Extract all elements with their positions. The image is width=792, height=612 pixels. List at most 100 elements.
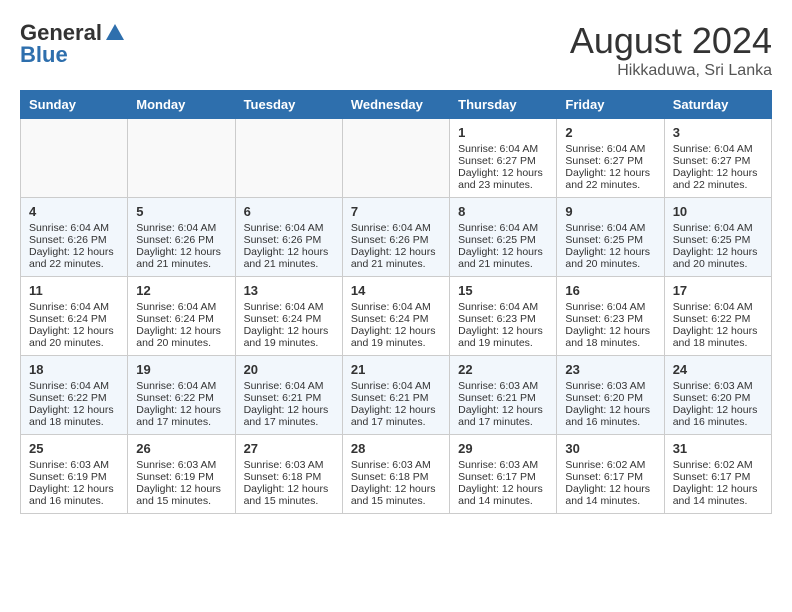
sunset-text: Sunset: 6:22 PM bbox=[29, 392, 119, 404]
calendar-day-cell: 27Sunrise: 6:03 AMSunset: 6:18 PMDayligh… bbox=[235, 435, 342, 514]
sunrise-text: Sunrise: 6:02 AM bbox=[673, 459, 763, 471]
sunset-text: Sunset: 6:23 PM bbox=[458, 313, 548, 325]
calendar-day-cell: 8Sunrise: 6:04 AMSunset: 6:25 PMDaylight… bbox=[450, 198, 557, 277]
sunset-text: Sunset: 6:24 PM bbox=[244, 313, 334, 325]
calendar-day-cell: 20Sunrise: 6:04 AMSunset: 6:21 PMDayligh… bbox=[235, 356, 342, 435]
daylight-text: Daylight: 12 hours and 19 minutes. bbox=[458, 325, 548, 349]
sunrise-text: Sunrise: 6:04 AM bbox=[673, 222, 763, 234]
sunset-text: Sunset: 6:23 PM bbox=[565, 313, 655, 325]
calendar-day-cell bbox=[128, 119, 235, 198]
sunrise-text: Sunrise: 6:04 AM bbox=[244, 301, 334, 313]
calendar-day-cell: 6Sunrise: 6:04 AMSunset: 6:26 PMDaylight… bbox=[235, 198, 342, 277]
page-header: General Blue August 2024 Hikkaduwa, Sri … bbox=[20, 20, 772, 80]
day-number: 4 bbox=[29, 204, 119, 219]
sunrise-text: Sunrise: 6:04 AM bbox=[351, 380, 441, 392]
day-number: 27 bbox=[244, 441, 334, 456]
day-number: 29 bbox=[458, 441, 548, 456]
weekday-header: Wednesday bbox=[342, 91, 449, 119]
daylight-text: Daylight: 12 hours and 18 minutes. bbox=[565, 325, 655, 349]
page-subtitle: Hikkaduwa, Sri Lanka bbox=[570, 62, 772, 80]
sunrise-text: Sunrise: 6:04 AM bbox=[29, 380, 119, 392]
calendar-day-cell bbox=[235, 119, 342, 198]
daylight-text: Daylight: 12 hours and 14 minutes. bbox=[673, 483, 763, 507]
sunrise-text: Sunrise: 6:03 AM bbox=[136, 459, 226, 471]
sunrise-text: Sunrise: 6:04 AM bbox=[458, 301, 548, 313]
day-number: 23 bbox=[565, 362, 655, 377]
daylight-text: Daylight: 12 hours and 22 minutes. bbox=[673, 167, 763, 191]
sunset-text: Sunset: 6:18 PM bbox=[351, 471, 441, 483]
day-number: 7 bbox=[351, 204, 441, 219]
sunset-text: Sunset: 6:25 PM bbox=[673, 234, 763, 246]
daylight-text: Daylight: 12 hours and 16 minutes. bbox=[565, 404, 655, 428]
daylight-text: Daylight: 12 hours and 16 minutes. bbox=[673, 404, 763, 428]
sunset-text: Sunset: 6:19 PM bbox=[29, 471, 119, 483]
calendar-day-cell: 29Sunrise: 6:03 AMSunset: 6:17 PMDayligh… bbox=[450, 435, 557, 514]
calendar-day-cell: 21Sunrise: 6:04 AMSunset: 6:21 PMDayligh… bbox=[342, 356, 449, 435]
daylight-text: Daylight: 12 hours and 15 minutes. bbox=[136, 483, 226, 507]
sunset-text: Sunset: 6:17 PM bbox=[458, 471, 548, 483]
calendar-day-cell: 1Sunrise: 6:04 AMSunset: 6:27 PMDaylight… bbox=[450, 119, 557, 198]
day-number: 1 bbox=[458, 125, 548, 140]
day-number: 30 bbox=[565, 441, 655, 456]
sunset-text: Sunset: 6:27 PM bbox=[565, 155, 655, 167]
sunrise-text: Sunrise: 6:04 AM bbox=[351, 222, 441, 234]
day-number: 8 bbox=[458, 204, 548, 219]
day-number: 31 bbox=[673, 441, 763, 456]
sunrise-text: Sunrise: 6:04 AM bbox=[351, 301, 441, 313]
daylight-text: Daylight: 12 hours and 18 minutes. bbox=[29, 404, 119, 428]
calendar-day-cell: 17Sunrise: 6:04 AMSunset: 6:22 PMDayligh… bbox=[664, 277, 771, 356]
daylight-text: Daylight: 12 hours and 21 minutes. bbox=[136, 246, 226, 270]
sunset-text: Sunset: 6:25 PM bbox=[458, 234, 548, 246]
sunrise-text: Sunrise: 6:04 AM bbox=[244, 380, 334, 392]
daylight-text: Daylight: 12 hours and 21 minutes. bbox=[244, 246, 334, 270]
daylight-text: Daylight: 12 hours and 20 minutes. bbox=[565, 246, 655, 270]
day-number: 15 bbox=[458, 283, 548, 298]
sunrise-text: Sunrise: 6:03 AM bbox=[458, 459, 548, 471]
sunrise-text: Sunrise: 6:04 AM bbox=[565, 301, 655, 313]
sunrise-text: Sunrise: 6:04 AM bbox=[136, 380, 226, 392]
sunrise-text: Sunrise: 6:04 AM bbox=[458, 143, 548, 155]
calendar-day-cell: 9Sunrise: 6:04 AMSunset: 6:25 PMDaylight… bbox=[557, 198, 664, 277]
logo-blue: Blue bbox=[20, 42, 68, 68]
sunrise-text: Sunrise: 6:04 AM bbox=[29, 222, 119, 234]
calendar-day-cell: 26Sunrise: 6:03 AMSunset: 6:19 PMDayligh… bbox=[128, 435, 235, 514]
page-title: August 2024 bbox=[570, 20, 772, 62]
calendar-day-cell: 31 Sunrise: 6:02 AMSunset: 6:17 PMDayligh… bbox=[664, 435, 771, 514]
calendar-day-cell: 18Sunrise: 6:04 AMSunset: 6:22 PMDayligh… bbox=[21, 356, 128, 435]
calendar-day-cell bbox=[21, 119, 128, 198]
calendar-day-cell: 10Sunrise: 6:04 AMSunset: 6:25 PMDayligh… bbox=[664, 198, 771, 277]
sunrise-text: Sunrise: 6:03 AM bbox=[673, 380, 763, 392]
logo: General Blue bbox=[20, 20, 126, 68]
calendar-day-cell: 12Sunrise: 6:04 AMSunset: 6:24 PMDayligh… bbox=[128, 277, 235, 356]
calendar-day-cell: 23Sunrise: 6:03 AMSunset: 6:20 PMDayligh… bbox=[557, 356, 664, 435]
calendar-day-cell: 3Sunrise: 6:04 AMSunset: 6:27 PMDaylight… bbox=[664, 119, 771, 198]
daylight-text: Daylight: 12 hours and 23 minutes. bbox=[458, 167, 548, 191]
calendar-week-row: 4Sunrise: 6:04 AMSunset: 6:26 PMDaylight… bbox=[21, 198, 772, 277]
daylight-text: Daylight: 12 hours and 17 minutes. bbox=[244, 404, 334, 428]
day-number: 14 bbox=[351, 283, 441, 298]
day-number: 20 bbox=[244, 362, 334, 377]
sunrise-text: Sunrise: 6:04 AM bbox=[244, 222, 334, 234]
daylight-text: Daylight: 12 hours and 17 minutes. bbox=[136, 404, 226, 428]
day-number: 22 bbox=[458, 362, 548, 377]
day-number: 26 bbox=[136, 441, 226, 456]
weekday-header: Monday bbox=[128, 91, 235, 119]
calendar-day-cell: 11Sunrise: 6:04 AMSunset: 6:24 PMDayligh… bbox=[21, 277, 128, 356]
day-number: 9 bbox=[565, 204, 655, 219]
sunset-text: Sunset: 6:20 PM bbox=[673, 392, 763, 404]
sunset-text: Sunset: 6:22 PM bbox=[673, 313, 763, 325]
calendar-week-row: 11Sunrise: 6:04 AMSunset: 6:24 PMDayligh… bbox=[21, 277, 772, 356]
daylight-text: Daylight: 12 hours and 15 minutes. bbox=[244, 483, 334, 507]
sunrise-text: Sunrise: 6:03 AM bbox=[458, 380, 548, 392]
sunset-text: Sunset: 6:17 PM bbox=[673, 471, 763, 483]
day-number: 24 bbox=[673, 362, 763, 377]
weekday-header: Tuesday bbox=[235, 91, 342, 119]
daylight-text: Daylight: 12 hours and 20 minutes. bbox=[29, 325, 119, 349]
title-block: August 2024 Hikkaduwa, Sri Lanka bbox=[570, 20, 772, 80]
calendar-day-cell: 16Sunrise: 6:04 AMSunset: 6:23 PMDayligh… bbox=[557, 277, 664, 356]
weekday-header: Saturday bbox=[664, 91, 771, 119]
day-number: 10 bbox=[673, 204, 763, 219]
daylight-text: Daylight: 12 hours and 16 minutes. bbox=[29, 483, 119, 507]
daylight-text: Daylight: 12 hours and 17 minutes. bbox=[351, 404, 441, 428]
daylight-text: Daylight: 12 hours and 22 minutes. bbox=[29, 246, 119, 270]
